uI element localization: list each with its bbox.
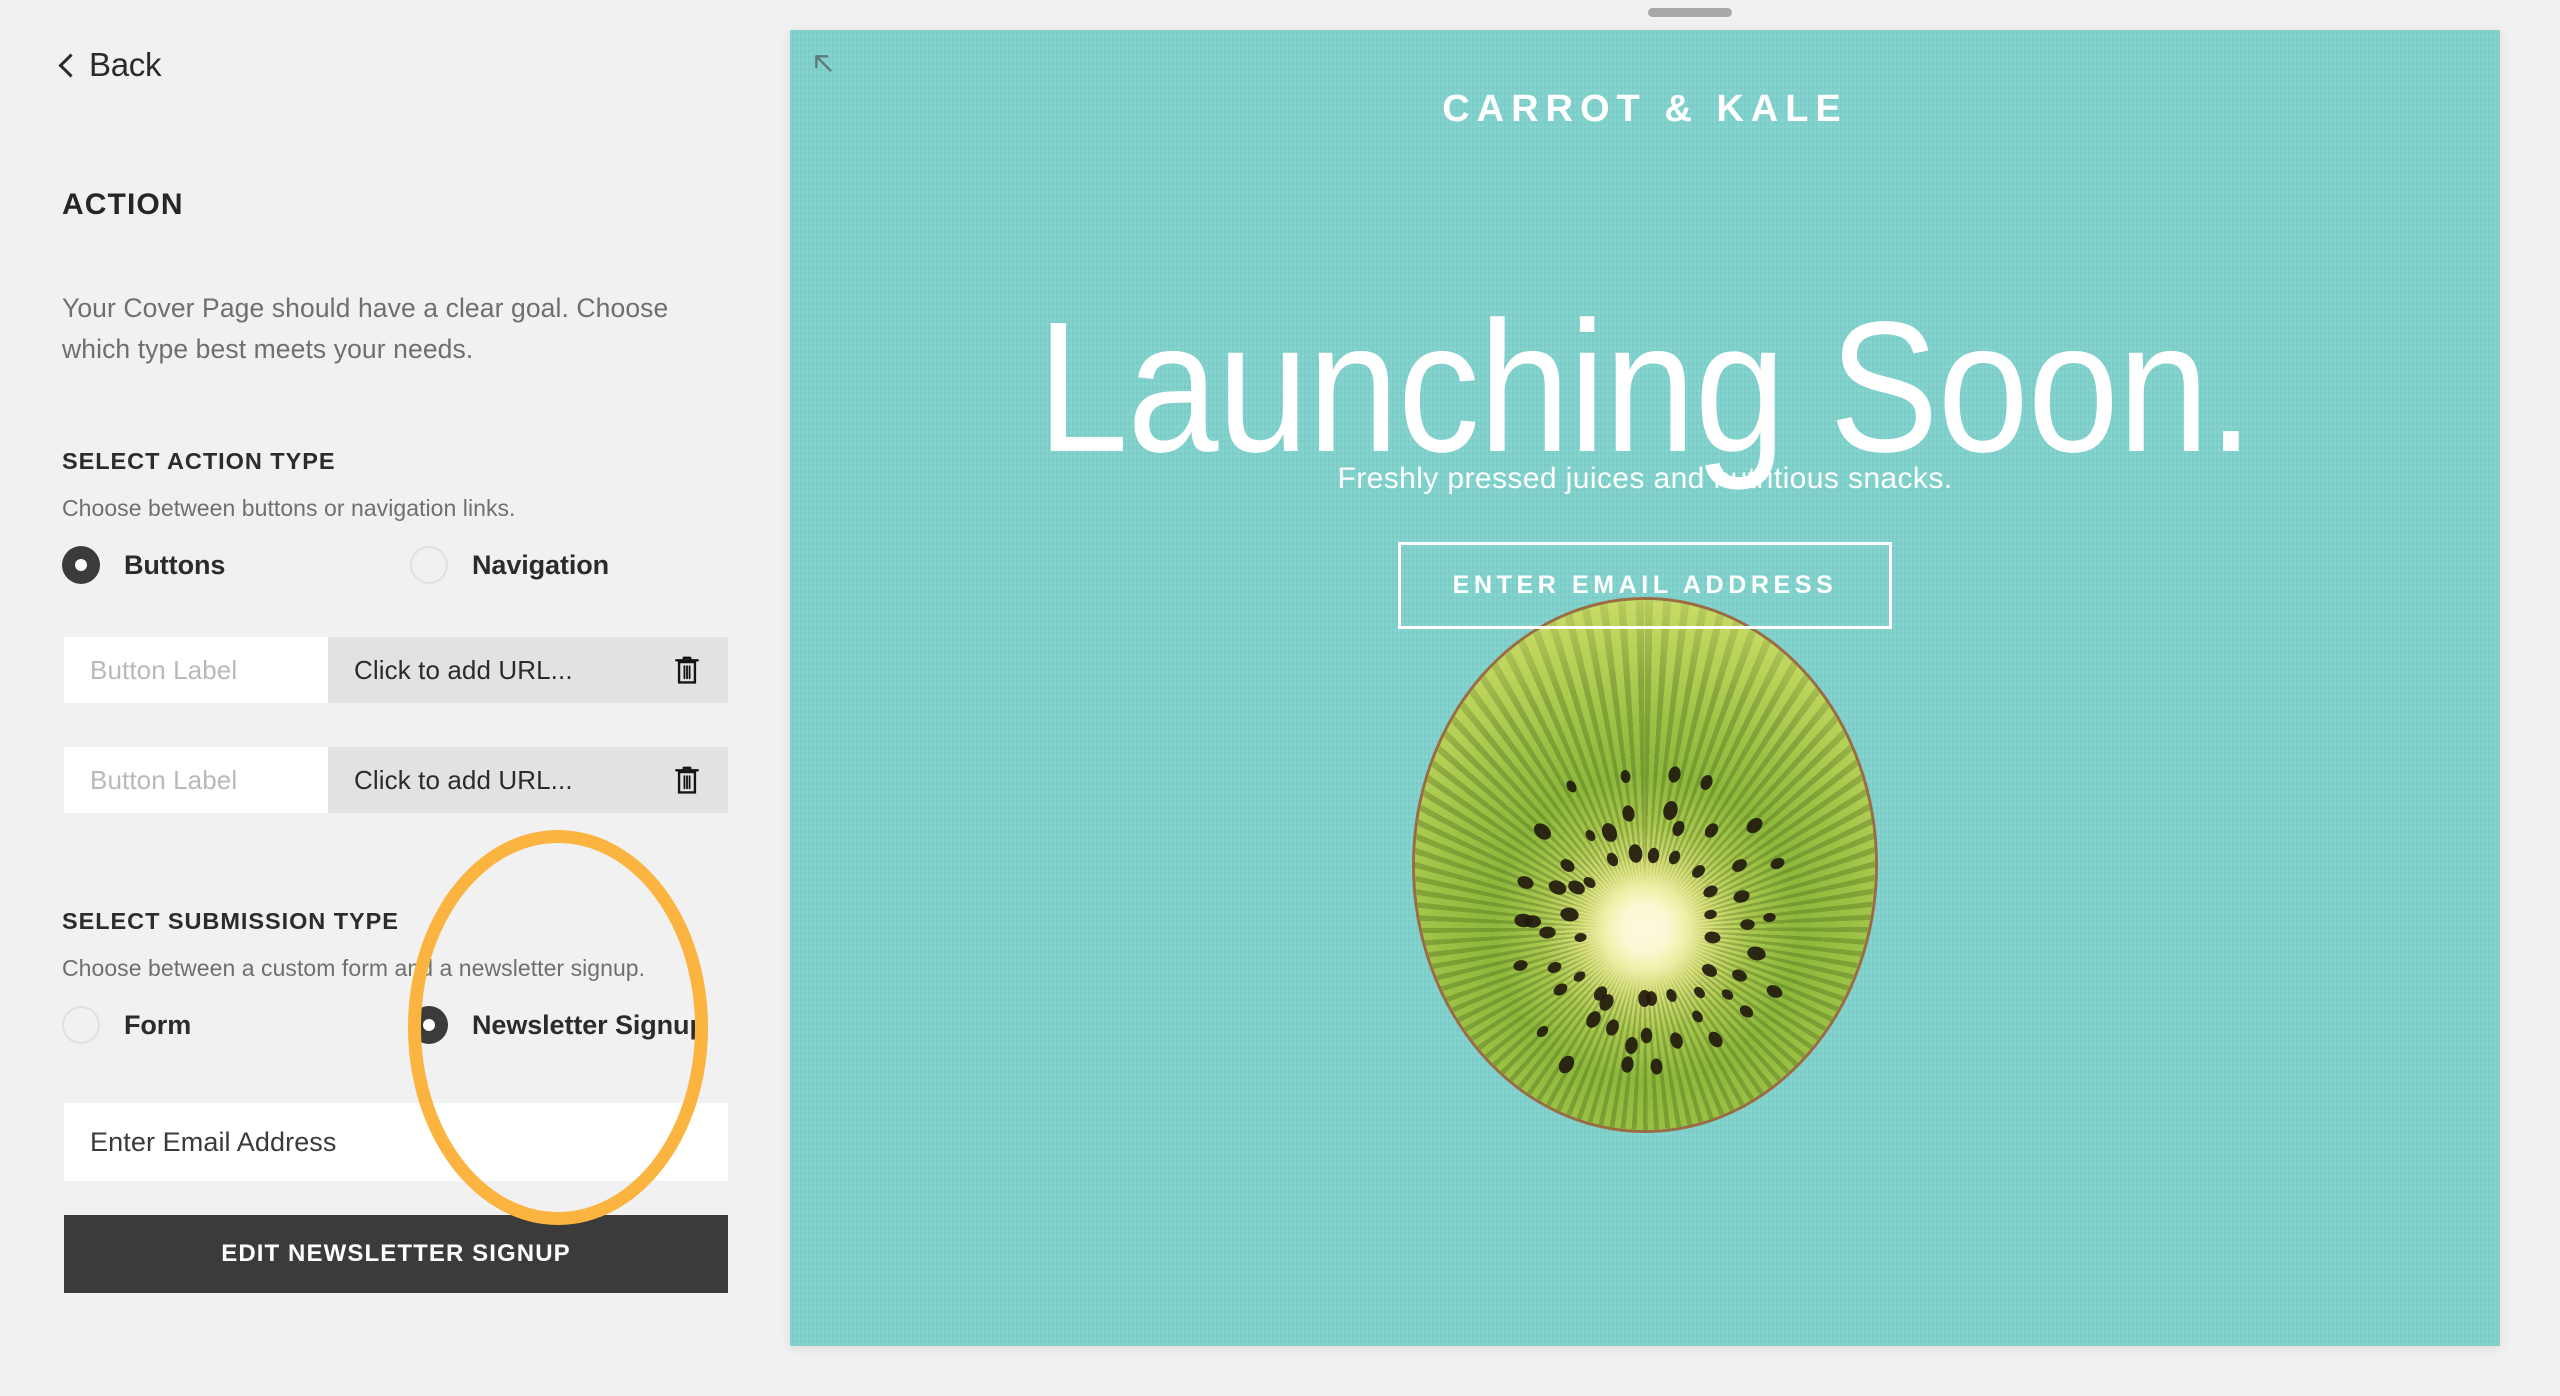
trash-icon[interactable] [674,655,700,685]
button-label-input[interactable]: Button Label [64,637,328,703]
radio-option-form[interactable]: Form [62,1003,410,1047]
radio-option-buttons[interactable]: Buttons [62,543,410,587]
chevron-left-icon [58,52,83,78]
action-type-help: Choose between buttons or navigation lin… [62,495,516,521]
app-root: Back ACTION Your Cover Page should have … [0,0,2560,1396]
radio-option-newsletter-signup[interactable]: Newsletter Signup [410,1003,706,1047]
button-row: Button Label Click to add URL... [64,747,728,813]
kiwi-slice-photo [1410,595,1880,1346]
radio-mark-unselected-icon [62,1006,100,1044]
radio-mark-unselected-icon [410,546,448,584]
action-type-label: SELECT ACTION TYPE [62,448,336,474]
trash-icon[interactable] [674,765,700,795]
email-field[interactable]: Enter Email Address [64,1103,728,1181]
radio-option-navigation-label: Navigation [472,549,610,580]
preview-tagline: Freshly pressed juices and nutritious sn… [1337,462,1953,495]
button-url-cell[interactable]: Click to add URL... [328,747,728,813]
preview-cta-wrap: ENTER EMAIL ADDRESS [790,542,2500,629]
button-label-input[interactable]: Button Label [64,747,328,813]
button-url-text: Click to add URL... [354,654,573,685]
submission-type-help: Choose between a custom form and a newsl… [62,955,646,981]
button-url-cell[interactable]: Click to add URL... [328,637,728,703]
radio-mark-selected-icon [62,546,100,584]
submission-type-label: SELECT SUBMISSION TYPE [62,908,399,934]
preview-headline: Launching Soon. [1037,284,2253,491]
enter-email-address-button[interactable]: ENTER EMAIL ADDRESS [1397,542,1893,629]
submission-type-radio-group: Form Newsletter Signup [62,1003,728,1047]
radio-option-navigation[interactable]: Navigation [410,543,609,587]
radio-mark-selected-icon [410,1006,448,1044]
section-description: Your Cover Page should have a clear goal… [62,293,669,365]
action-type-radio-group: Buttons Navigation [62,543,728,587]
brand-title: CARROT & KALE [1442,88,1848,130]
expand-arrow-icon[interactable] [812,52,838,78]
cover-page-preview[interactable]: CARROT & KALE Launching Soon. Freshly pr… [790,30,2500,1346]
editor-panel: Back ACTION Your Cover Page should have … [0,0,790,1396]
button-url-text: Click to add URL... [354,764,573,795]
button-row: Button Label Click to add URL... [64,637,728,703]
back-button[interactable]: Back [58,46,162,83]
drag-handle[interactable] [1648,8,1732,17]
radio-option-buttons-label: Buttons [124,549,226,580]
radio-option-form-label: Form [124,1009,192,1040]
kiwi-skin-fuzz [1410,595,1880,1135]
back-button-label: Back [89,46,162,83]
edit-newsletter-signup-button[interactable]: EDIT NEWSLETTER SIGNUP [64,1215,728,1293]
page-title: ACTION [62,188,184,221]
radio-option-newsletter-signup-label: Newsletter Signup [472,1009,706,1040]
